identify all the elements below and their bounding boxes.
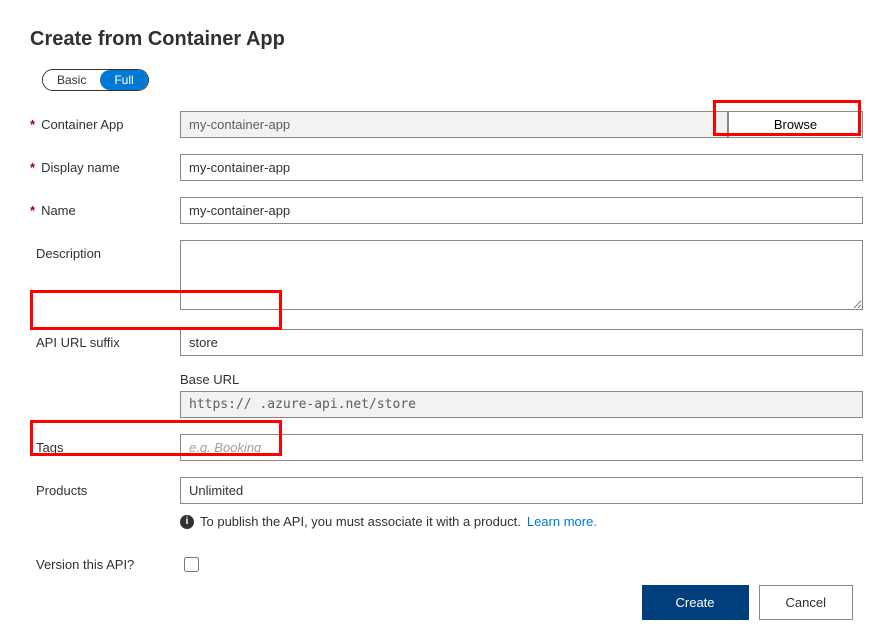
page-title: Create from Container App bbox=[30, 28, 863, 51]
container-app-input[interactable] bbox=[180, 111, 728, 138]
name-label: Name bbox=[41, 203, 76, 218]
products-label: Products bbox=[36, 483, 87, 498]
api-url-suffix-label: API URL suffix bbox=[36, 335, 120, 350]
description-label: Description bbox=[36, 246, 101, 261]
display-name-label: Display name bbox=[41, 160, 120, 175]
name-input[interactable] bbox=[180, 197, 863, 224]
base-url-label: Base URL bbox=[180, 372, 863, 387]
learn-more-link[interactable]: Learn more. bbox=[527, 514, 597, 529]
mode-toggle[interactable]: Basic Full bbox=[42, 69, 149, 91]
create-button[interactable]: Create bbox=[642, 585, 749, 620]
api-url-suffix-input[interactable] bbox=[180, 329, 863, 356]
tags-input[interactable] bbox=[180, 434, 863, 461]
required-star: * bbox=[30, 160, 35, 175]
display-name-input[interactable] bbox=[180, 154, 863, 181]
browse-button[interactable]: Browse bbox=[728, 111, 863, 138]
tags-label: Tags bbox=[36, 440, 63, 455]
info-icon: i bbox=[180, 515, 194, 529]
version-api-checkbox[interactable] bbox=[184, 557, 199, 572]
products-input[interactable] bbox=[180, 477, 863, 504]
container-app-label: Container App bbox=[41, 117, 123, 132]
description-input[interactable] bbox=[180, 240, 863, 310]
required-star: * bbox=[30, 117, 35, 132]
base-url-value: https:// .azure-api.net/store bbox=[180, 391, 863, 418]
mode-basic[interactable]: Basic bbox=[43, 70, 100, 90]
version-api-label: Version this API? bbox=[36, 557, 134, 572]
cancel-button[interactable]: Cancel bbox=[759, 585, 853, 620]
products-info-text: To publish the API, you must associate i… bbox=[200, 514, 521, 529]
required-star: * bbox=[30, 203, 35, 218]
mode-full[interactable]: Full bbox=[100, 70, 147, 90]
